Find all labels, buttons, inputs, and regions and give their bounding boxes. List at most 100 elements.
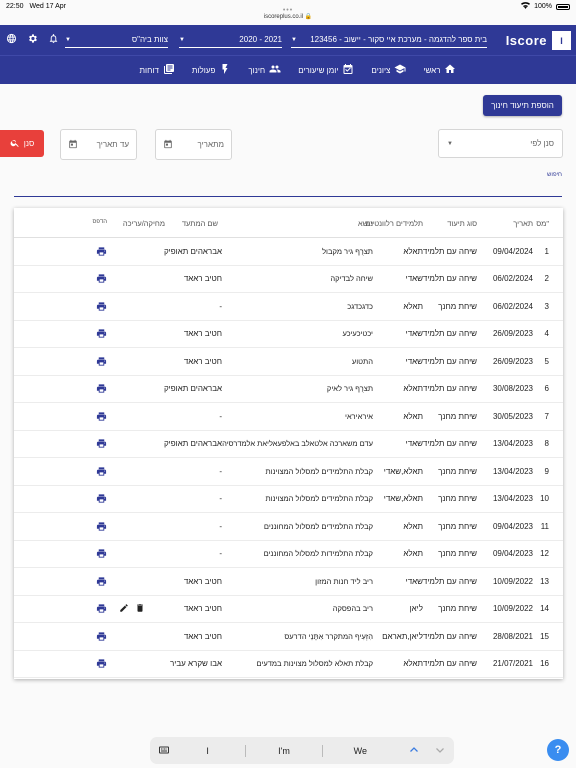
- suggestion-1[interactable]: I: [170, 746, 245, 756]
- cell-date: 09/04/2024: [492, 246, 533, 256]
- chevron-up-icon[interactable]: [408, 744, 420, 758]
- to-date-field[interactable]: עד תאריך: [60, 129, 137, 160]
- nav-actions-label: פעולות: [191, 65, 216, 75]
- cell-num: 9: [544, 466, 549, 476]
- header-subject: נושא: [357, 219, 373, 228]
- print-icon[interactable]: [94, 348, 108, 375]
- chevron-down-icon[interactable]: [434, 744, 446, 758]
- reports-icon: [163, 63, 175, 77]
- cell-subject: כדגכדגכ: [347, 301, 373, 311]
- cell-date: 21/07/2021: [492, 659, 533, 669]
- print-icon[interactable]: [94, 376, 108, 403]
- search-input[interactable]: [14, 196, 562, 197]
- keyboard-icon[interactable]: [158, 744, 170, 758]
- print-icon[interactable]: [94, 513, 108, 540]
- nav-grades[interactable]: ציונים: [371, 63, 406, 77]
- suggestion-2[interactable]: I'm: [246, 746, 321, 756]
- year-select[interactable]: ▼ 2020 - 2021: [179, 32, 282, 48]
- cell-type: שיחת מחנך: [438, 521, 477, 531]
- print-icon[interactable]: [94, 403, 108, 430]
- cell-teacher: חטיב ראאד: [183, 329, 222, 339]
- menu-toggle-button[interactable]: I: [552, 31, 571, 50]
- education-records-table: מס" תאריך סוג תיעוד תלמידים רלוונטיים נו…: [14, 208, 563, 679]
- app-topbar: ▼ צוות ביה"ס ▼ 2020 - 2021 ▼ 123456 - בי…: [0, 25, 576, 55]
- print-icon[interactable]: [94, 293, 108, 320]
- table-row: 5 26/09/2023 שיחה עם תלמיד שאדי התטוע חטיב רא…: [14, 348, 563, 376]
- nav-education[interactable]: חינוך: [248, 63, 281, 77]
- cell-subject: ריב ליד חנות המזון: [315, 576, 373, 586]
- cell-num: 4: [544, 329, 549, 339]
- team-select[interactable]: ▼ צוות ביה"ס: [65, 32, 168, 48]
- from-date-field[interactable]: מתאריך: [155, 129, 232, 160]
- filter-button[interactable]: סנן: [0, 130, 44, 157]
- cell-type: שיחת מחנך: [438, 494, 477, 504]
- cell-num: 2: [544, 274, 549, 284]
- print-icon[interactable]: [94, 651, 108, 678]
- nav-actions[interactable]: פעולות: [192, 63, 231, 77]
- globe-icon[interactable]: [6, 31, 17, 49]
- print-icon[interactable]: [94, 623, 108, 650]
- table-header: מס" תאריך סוג תיעוד תלמידים רלוונטיים נו…: [14, 208, 563, 238]
- brand-title: Iscore: [505, 33, 547, 48]
- cell-subject: תצרֻף גיר מקבול: [322, 246, 373, 256]
- cell-num: 8: [544, 439, 549, 449]
- cell-teacher: אבראהים תאופיק: [163, 246, 222, 256]
- cell-num: 10: [540, 494, 549, 504]
- calendar-icon: [342, 63, 354, 77]
- print-icon[interactable]: [94, 541, 108, 568]
- table-row: 15 28/08/2021 שיחה עם תלמיד ליאן,תאראם הִזְע…: [14, 623, 563, 651]
- gear-icon[interactable]: [27, 31, 38, 49]
- cell-num: 12: [540, 549, 549, 559]
- cell-date: 13/04/2023: [492, 439, 533, 449]
- nav-reports[interactable]: דוחות: [140, 63, 175, 77]
- print-icon[interactable]: [94, 458, 108, 485]
- add-education-record-button[interactable]: הוספת תיעוד חינוך: [483, 95, 562, 116]
- cell-date: 30/08/2023: [492, 384, 533, 394]
- delete-icon[interactable]: [135, 603, 145, 615]
- filter-button-label: סנן: [23, 139, 35, 148]
- more-dots-icon[interactable]: •••: [0, 7, 576, 14]
- bell-icon[interactable]: [48, 31, 59, 49]
- cell-num: 7: [544, 411, 549, 421]
- row-actions: [119, 596, 153, 623]
- people-icon: [269, 63, 281, 77]
- cell-teacher: חטיב ראאד: [183, 576, 222, 586]
- table-row: 1 09/04/2024 שיחה עם תלמיד תאלא תצרֻף גיר מק…: [14, 238, 563, 266]
- print-icon[interactable]: [94, 266, 108, 293]
- filter-by-select[interactable]: ▼ סנן לפי: [438, 129, 563, 158]
- print-icon[interactable]: [94, 238, 108, 265]
- cell-teacher: -: [219, 301, 222, 311]
- table-row: 2 06/02/2024 שיחה עם תלמיד שאדי שיחה לבדיקה ח…: [14, 266, 563, 293]
- cell-type: שיחה עם תלמיד: [422, 659, 477, 669]
- cell-teacher: -: [219, 411, 222, 421]
- from-date-placeholder: מתאריך: [197, 140, 224, 149]
- school-icon: [394, 63, 406, 77]
- home-icon: [444, 63, 456, 77]
- cell-date: 09/04/2023: [492, 549, 533, 559]
- print-icon[interactable]: [94, 596, 108, 623]
- school-select[interactable]: ▼ 123456 - בית ספר להדגמה - מערכת איי סק…: [291, 32, 487, 48]
- suggestion-3[interactable]: We: [323, 746, 398, 756]
- calendar-icon: [68, 139, 78, 151]
- nav-lesson-diary[interactable]: יומן שיעורים: [298, 63, 354, 77]
- print-icon[interactable]: [94, 321, 108, 348]
- print-icon[interactable]: [94, 568, 108, 595]
- cell-date: 26/09/2023: [492, 329, 533, 339]
- bolt-icon: [219, 63, 231, 77]
- nav-home[interactable]: ראשי: [423, 63, 456, 77]
- print-icon[interactable]: [94, 431, 108, 458]
- cell-num: 5: [544, 356, 549, 366]
- chevron-down-icon: ▼: [447, 140, 453, 147]
- header-type: סוג תיעוד: [447, 219, 477, 228]
- help-button[interactable]: ?: [547, 739, 569, 761]
- print-icon[interactable]: [94, 486, 108, 513]
- edit-icon[interactable]: [119, 603, 129, 615]
- cell-teacher: אבראהים תאופיק: [163, 384, 222, 394]
- cell-subject: התטוע: [351, 356, 373, 366]
- cell-date: 10/09/2022: [492, 576, 533, 586]
- cell-num: 15: [540, 631, 549, 641]
- cell-date: 10/09/2022: [492, 604, 533, 614]
- cell-teacher: חטיב ראאד: [183, 604, 222, 614]
- url-bar[interactable]: ••• iscoreplus.co.il 🔒: [0, 7, 576, 25]
- cell-teacher: אבו שקרא עביר: [170, 659, 222, 669]
